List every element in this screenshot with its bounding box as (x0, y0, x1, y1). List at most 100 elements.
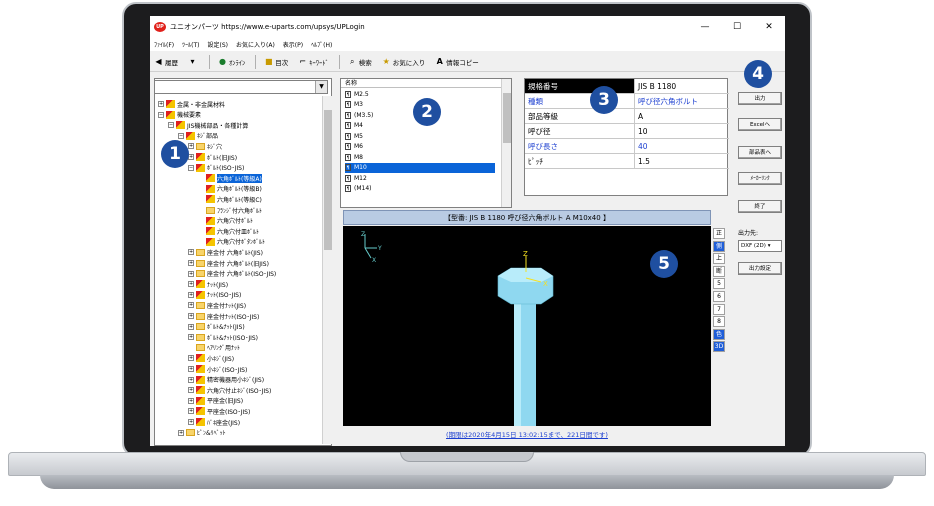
license-expiry-link[interactable]: (期限は2020年4月15日 13:02:15まで、221日間です) (343, 429, 711, 441)
expand-icon[interactable]: + (188, 143, 194, 150)
expand-icon[interactable]: + (188, 419, 194, 425)
property-key[interactable]: 種類 (525, 94, 635, 108)
tree-item[interactable]: 六角ﾎﾞﾙﾄ(等級A) (198, 173, 262, 183)
tree-item[interactable]: + 座金付 六角ﾎﾞﾙﾄ(旧JIS) (188, 258, 269, 268)
expand-icon[interactable]: + (188, 260, 194, 266)
tree-item[interactable]: + ﾎﾞﾙﾄ(旧JIS) (188, 152, 237, 162)
property-value[interactable]: 40 (635, 139, 729, 153)
keyword-button[interactable]: ⌐ ｷｰﾜｰﾄﾞ (298, 57, 328, 67)
expand-icon[interactable]: + (188, 408, 194, 415)
view-mode-button[interactable]: 正 (713, 228, 725, 239)
expand-icon[interactable]: + (188, 355, 194, 362)
tree-item[interactable]: − ﾎﾞﾙﾄ(ISO･JIS) (188, 163, 244, 173)
maximize-button[interactable]: ☐ (721, 16, 753, 38)
size-list-item[interactable]: ¶ (M3.5) (345, 110, 373, 120)
maker-link-button[interactable]: ﾒｰｶｰﾘﾝｸ (738, 172, 782, 185)
output-settings-button[interactable]: 出力設定 (738, 262, 782, 275)
chevron-down-icon[interactable]: ▼ (315, 81, 327, 93)
collapse-icon[interactable]: − (178, 132, 184, 139)
tree-item[interactable]: + 平座金(旧JIS) (188, 396, 243, 406)
history-dropdown[interactable]: ▾ (188, 57, 199, 66)
view-mode-button[interactable]: 色 (713, 328, 725, 340)
menu-tools[interactable]: ﾂｰﾙ(T) (182, 40, 199, 49)
history-button[interactable]: ◀ 履歴 (154, 57, 178, 67)
tree-item[interactable]: 六角穴付ﾎﾞﾙﾄ (198, 216, 253, 226)
tree-item[interactable]: + 座金付 六角ﾎﾞﾙﾄ(JIS) (188, 247, 263, 257)
expand-icon[interactable]: + (188, 281, 194, 288)
tree-scrollbar-thumb[interactable] (324, 110, 332, 250)
size-list-item[interactable]: ¶ M6 (345, 142, 363, 152)
exit-button[interactable]: 終了 (738, 200, 782, 213)
tree-item[interactable]: 六角穴付ﾎﾞﾀﾝﾎﾞﾙﾄ (198, 237, 265, 247)
size-list-item[interactable]: ¶ M8 (345, 152, 363, 162)
menu-help[interactable]: ﾍﾙﾌﾟ(H) (311, 40, 332, 49)
online-button[interactable]: ● ｵﾝﾗｲﾝ (218, 57, 245, 67)
contents-button[interactable]: ■ 目次 (264, 57, 288, 67)
minimize-button[interactable]: — (689, 16, 721, 38)
tree-item[interactable]: + ﾅｯﾄ(JIS) (188, 279, 228, 289)
tree-item[interactable]: 六角ﾎﾞﾙﾄ(等級B) (198, 184, 262, 194)
expand-icon[interactable]: + (158, 101, 164, 107)
expand-icon[interactable]: + (188, 376, 194, 383)
tree-item[interactable]: + 座金付 六角ﾎﾞﾙﾄ(ISO･JIS) (188, 269, 276, 279)
expand-icon[interactable]: + (188, 270, 194, 277)
expand-icon[interactable]: + (188, 249, 194, 256)
tree-item[interactable]: 六角穴付皿ﾎﾞﾙﾄ (198, 226, 259, 236)
expand-icon[interactable]: + (188, 334, 194, 341)
search-button[interactable]: ⌕ 検索 (348, 57, 372, 67)
view-mode-button[interactable]: 8 (713, 316, 725, 328)
view-mode-button[interactable]: 3D (713, 341, 725, 353)
size-list-item[interactable]: ¶ M4 (345, 121, 363, 131)
tree-item[interactable]: + ﾊﾞﾈ座金(JIS) (188, 417, 240, 427)
category-combo[interactable]: ▼ (154, 80, 328, 94)
tree-item[interactable]: ﾌﾗﾝｼﾞ付六角ﾎﾞﾙﾄ (198, 205, 262, 215)
property-key[interactable]: 呼び長さ (525, 139, 635, 153)
tree-item[interactable]: + 座金付ﾅｯﾄ(JIS) (188, 300, 246, 310)
size-list-item[interactable]: ¶ M5 (345, 131, 363, 141)
size-list-item[interactable]: ¶ (M14) (345, 184, 372, 194)
expand-icon[interactable]: + (188, 291, 194, 298)
view-mode-button[interactable]: 断 (713, 265, 725, 277)
view-mode-button[interactable]: 側 (713, 240, 725, 252)
menu-favorites[interactable]: お気に入り(A) (236, 40, 275, 49)
tree-item[interactable]: − JIS機械部品・各種計算 (168, 120, 248, 130)
output-dest-select[interactable]: DXF (2D) ▾ (738, 240, 782, 252)
tree-item[interactable]: + 座金付ﾅｯﾄ(ISO･JIS) (188, 311, 259, 321)
tree-item[interactable]: + 金属・非金属材料 (158, 99, 225, 109)
close-button[interactable]: ✕ (753, 16, 785, 38)
tree-item[interactable]: + 精密機器用小ﾈｼﾞ(JIS) (188, 375, 264, 385)
menu-file[interactable]: ﾌｧｲﾙ(F) (154, 40, 174, 49)
tree-item[interactable]: 六角ﾎﾞﾙﾄ(等級C) (198, 194, 262, 204)
tree-item[interactable]: − 機械要素 (158, 110, 201, 120)
expand-icon[interactable]: + (188, 323, 194, 330)
tree-item[interactable]: ﾍｱﾘﾝｸﾞ用ﾅｯﾄ (188, 343, 240, 353)
expand-icon[interactable]: + (188, 313, 194, 319)
expand-icon[interactable]: + (188, 387, 194, 394)
tree-scrollbar-track[interactable] (322, 96, 332, 444)
size-list-item[interactable]: ¶ M10 (345, 162, 495, 173)
size-list-item[interactable]: ¶ M12 (345, 173, 367, 183)
view-mode-button[interactable]: 6 (713, 291, 725, 302)
expand-icon[interactable]: + (188, 397, 194, 404)
tree-item[interactable]: + ﾅｯﾄ(ISO･JIS) (188, 290, 241, 300)
tree-scrollbar[interactable] (322, 96, 332, 444)
favorites-button[interactable]: ★ お気に入り (382, 57, 426, 67)
property-value[interactable]: 呼び径六角ボルト (635, 94, 729, 108)
expand-icon[interactable]: + (188, 302, 194, 309)
list-scrollbar-thumb[interactable] (503, 93, 511, 143)
excel-button[interactable]: Excelへ (738, 118, 782, 131)
view-mode-button[interactable]: 7 (713, 303, 725, 315)
collapse-icon[interactable]: − (168, 122, 174, 129)
view-mode-button[interactable]: 上 (713, 253, 725, 265)
view-mode-button[interactable]: 5 (713, 278, 725, 290)
list-scrollbar[interactable] (501, 79, 511, 207)
tree-item[interactable]: + ﾈｼﾞ穴 (188, 141, 222, 151)
expand-icon[interactable]: + (188, 366, 194, 372)
tree-item[interactable]: + 六角穴付止ﾈｼﾞ(ISO･JIS) (188, 385, 271, 395)
tree-item[interactable]: + 平座金(ISO･JIS) (188, 406, 250, 416)
parts-table-button[interactable]: 部品表へ (738, 146, 782, 159)
output-button[interactable]: 出力 (738, 92, 782, 105)
menu-settings[interactable]: 設定(S) (208, 40, 229, 49)
collapse-icon[interactable]: − (188, 164, 194, 171)
tree-item[interactable]: + ﾎﾞﾙﾄ&ﾅｯﾄ(ISO･JIS) (188, 332, 258, 342)
